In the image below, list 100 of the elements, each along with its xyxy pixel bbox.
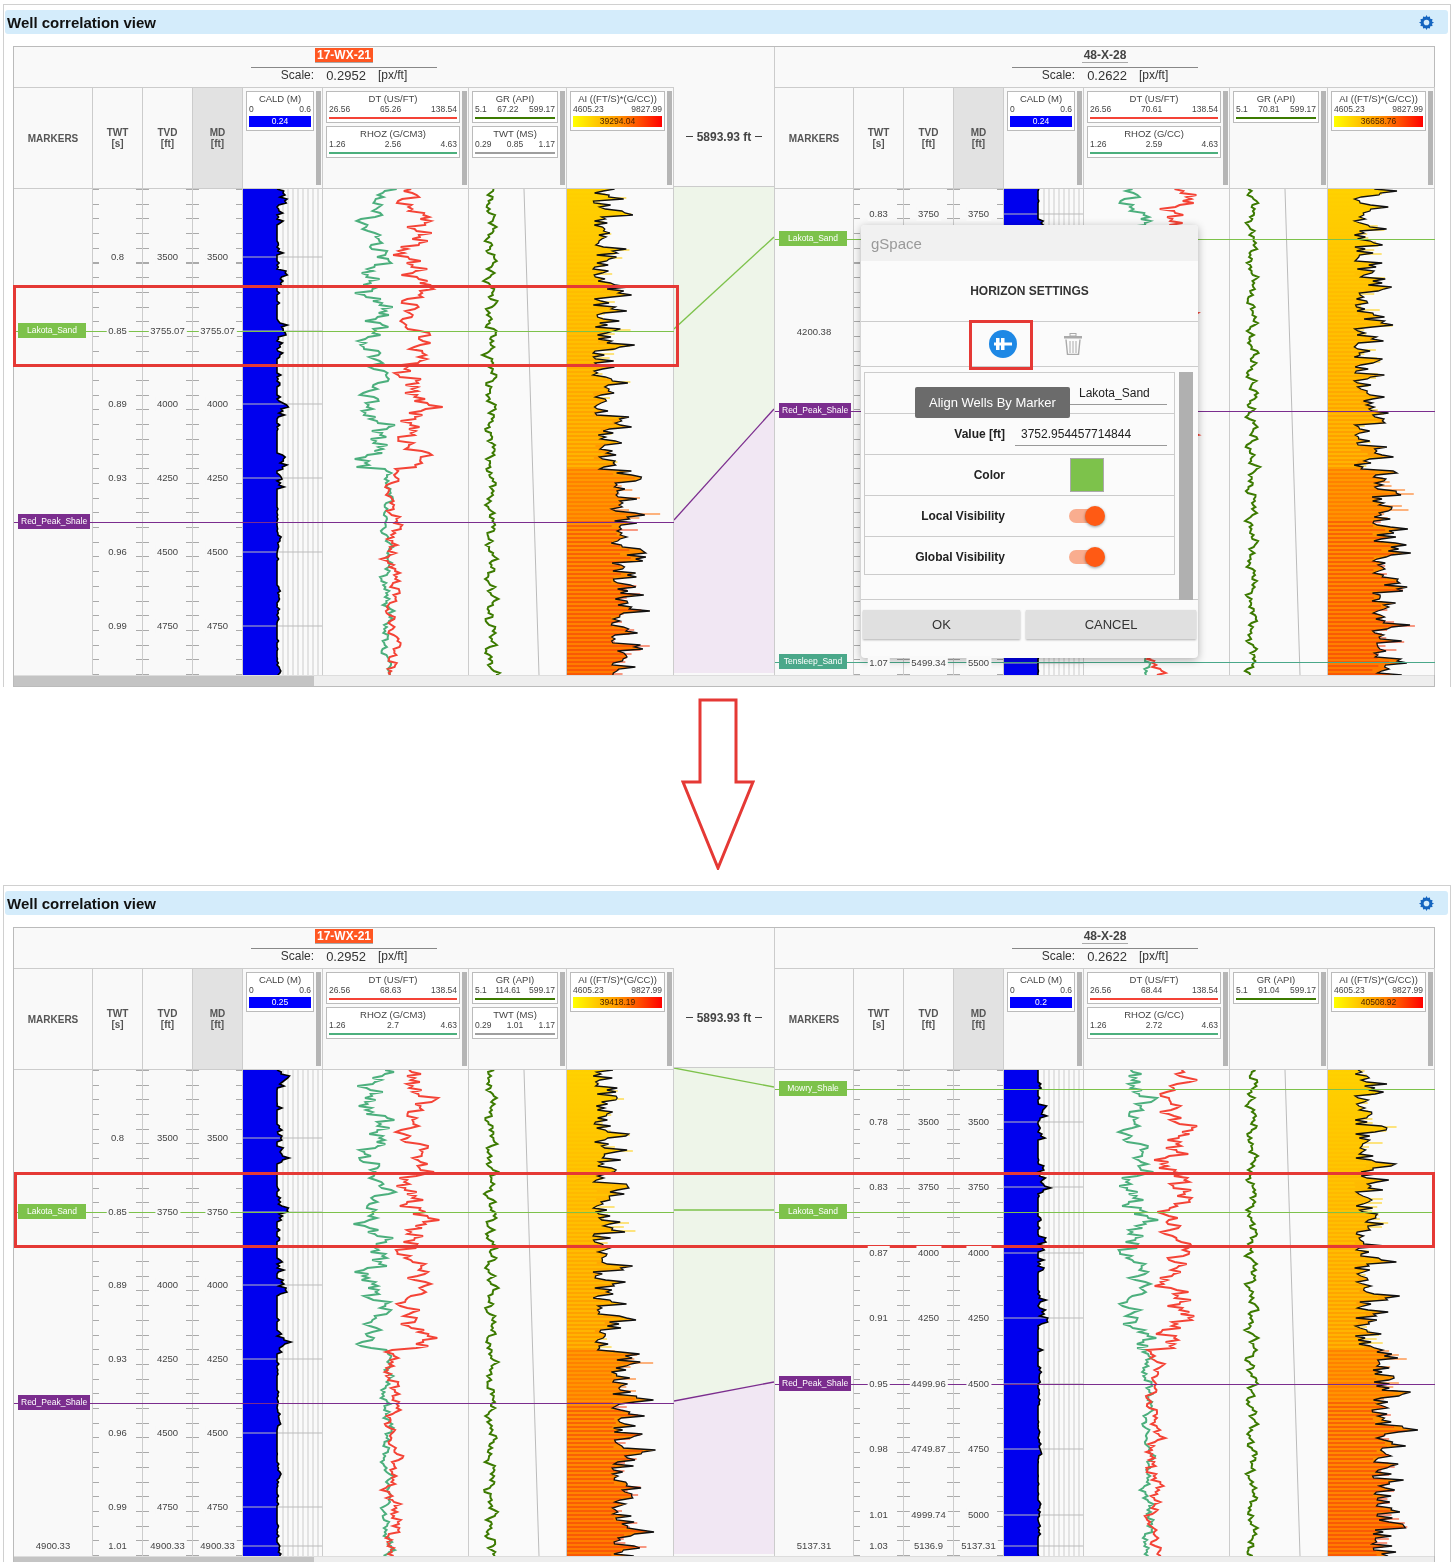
log-name: AI ((FT/S)*(G/CC)) [577, 93, 658, 104]
trash-icon[interactable] [1063, 333, 1082, 355]
scale-min: 1.26 [1090, 1020, 1107, 1030]
scale-max: 138.54 [431, 985, 457, 995]
text-field[interactable]: 3752.954457714844 [1015, 422, 1167, 446]
log-value: 1.01 [506, 1020, 524, 1030]
log-name: DT (US/FT) [367, 93, 419, 104]
column-unit: [s] [111, 138, 124, 149]
column-label: MARKERS [788, 132, 840, 144]
log-legend[interactable]: DT (US/FT) 26.56 70.61 138.54 [1087, 91, 1221, 123]
scale-min: 5.1 [1236, 985, 1248, 995]
log-legend[interactable]: AI ((FT/S)*(G/CC)) 4605.23 9827.99 40508.92 [1331, 972, 1426, 1012]
scrollbar[interactable] [1223, 972, 1228, 1066]
column-header[interactable]: MD [ft] [954, 88, 1004, 188]
log-legend[interactable]: GR (API) 5.1 70.81 599.17 [1233, 91, 1319, 123]
log-legend[interactable]: DT (US/FT) 26.56 68.44 138.54 [1087, 972, 1221, 1004]
log-legend[interactable]: GR (API) 5.1 91.04 599.17 [1233, 972, 1319, 1004]
toggle-switch[interactable] [1069, 550, 1103, 564]
column-header[interactable]: MARKERS [14, 969, 93, 1069]
log-legend[interactable]: AI ((FT/S)*(G/CC)) 4605.23 9827.99 36658.76 [1331, 91, 1426, 131]
log-legend[interactable]: GR (API) 5.1 67.22 599.17 [472, 91, 558, 123]
column-label: TVD [157, 1008, 178, 1019]
scale-max: 4.63 [440, 139, 457, 149]
scrollbar[interactable] [462, 91, 467, 185]
scrollbar[interactable] [1428, 91, 1433, 185]
toggle-switch[interactable] [1069, 509, 1103, 523]
field-label: Value [ft] [954, 427, 1005, 441]
column-header[interactable]: TWT [s] [93, 969, 143, 1069]
legend-value-bar: 40508.92 [1334, 997, 1423, 1008]
scrollbar[interactable] [1179, 372, 1193, 600]
column-header[interactable]: TWT [s] [93, 88, 143, 188]
log-legend[interactable]: CALD (M) 0 0.6 0.24 [1007, 91, 1075, 131]
scale-min: 0.29 [475, 139, 492, 149]
scrollbar[interactable] [667, 972, 672, 1066]
scrollbar[interactable] [1077, 91, 1082, 185]
log-name: RHOZ (G/CM3) [359, 1009, 427, 1020]
column-header[interactable]: MD [ft] [193, 969, 243, 1069]
column-header[interactable]: MARKERS [14, 88, 93, 188]
log-legend[interactable]: DT (US/FT) 26.56 65.26 138.54 [326, 91, 460, 123]
align-icon[interactable] [987, 329, 1018, 359]
column-label: TVD [157, 127, 178, 138]
column-header[interactable]: TWT [s] [854, 88, 904, 188]
column-header[interactable]: MD [ft] [193, 88, 243, 188]
legend-value-bar: 0.25 [249, 997, 311, 1008]
column-header[interactable]: MARKERS [775, 88, 854, 188]
dialog-button[interactable]: CANCEL [1026, 610, 1196, 639]
log-legend[interactable]: TWT (MS) 0.29 1.01 1.17 [472, 1007, 558, 1039]
scrollbar[interactable] [316, 972, 321, 1066]
scale-min: 1.26 [329, 1020, 346, 1030]
log-legend[interactable]: CALD (M) 0 0.6 0.24 [246, 91, 314, 131]
marker-label[interactable]: Red_Peak_Shale [779, 1376, 852, 1391]
log-legend[interactable]: AI ((FT/S)*(G/CC)) 4605.23 9827.99 39294.04 [570, 91, 665, 131]
log-legend[interactable]: RHOZ (G/CM3) 1.26 2.56 4.63 [326, 126, 460, 158]
settings-icon[interactable] [1419, 14, 1434, 30]
log-legend[interactable]: DT (US/FT) 26.56 68.63 138.54 [326, 972, 460, 1004]
legend-value-bar: 39294.04 [573, 116, 662, 127]
column-label: MD [970, 1008, 987, 1019]
scale-unit: [px/ft] [377, 68, 408, 83]
log-legend[interactable]: RHOZ (G/CM3) 1.26 2.7 4.63 [326, 1007, 460, 1039]
log-value: 67.22 [497, 104, 519, 114]
color-swatch[interactable] [1070, 458, 1104, 492]
scale-max: 138.54 [431, 104, 457, 114]
column-header[interactable]: TWT [s] [854, 969, 904, 1069]
log-legend[interactable]: CALD (M) 0 0.6 0.25 [246, 972, 314, 1012]
log-legend[interactable]: RHOZ (G/CC) 1.26 2.72 4.63 [1087, 1007, 1221, 1039]
scrollbar[interactable] [462, 972, 467, 1066]
scale-max: 599.17 [1290, 104, 1316, 114]
column-unit: [ft] [921, 138, 936, 149]
marker-label[interactable]: Red_Peak_Shale [18, 1395, 91, 1410]
column-header[interactable]: MARKERS [775, 969, 854, 1069]
legend-value-bar: 0.2 [1010, 997, 1072, 1008]
log-legend[interactable]: TWT (MS) 0.29 0.85 1.17 [472, 126, 558, 158]
scrollbar[interactable] [1223, 91, 1228, 185]
dialog-button[interactable]: OK [863, 610, 1020, 639]
log-legend[interactable]: AI ((FT/S)*(G/CC)) 4605.23 9827.99 39418.19 [570, 972, 665, 1012]
marker-label[interactable]: Red_Peak_Shale [779, 403, 852, 418]
scale-min: 0 [249, 104, 254, 114]
scrollbar[interactable] [1428, 972, 1433, 1066]
scrollbar[interactable] [14, 675, 1434, 686]
scrollbar[interactable] [560, 972, 565, 1066]
scale-value: 0.2952 [326, 68, 366, 83]
column-header[interactable]: MD [ft] [954, 969, 1004, 1069]
panel-title: Well correlation view [7, 894, 156, 912]
log-legend[interactable]: RHOZ (G/CC) 1.26 2.59 4.63 [1087, 126, 1221, 158]
scrollbar[interactable] [667, 91, 672, 185]
scrollbar[interactable] [1077, 972, 1082, 1066]
scrollbar[interactable] [560, 91, 565, 185]
scrollbar[interactable] [316, 91, 321, 185]
column-unit: [s] [872, 138, 885, 149]
log-name: DT (US/FT) [1128, 974, 1180, 985]
column-label: TWT [867, 1008, 890, 1019]
log-legend[interactable]: GR (API) 5.1 114.61 599.17 [472, 972, 558, 1004]
log-name: DT (US/FT) [367, 974, 419, 985]
column-unit: [ft] [971, 138, 986, 149]
marker-label[interactable]: Red_Peak_Shale [18, 514, 91, 529]
log-legend[interactable]: CALD (M) 0 0.6 0.2 [1007, 972, 1075, 1012]
scrollbar[interactable] [1321, 972, 1326, 1066]
settings-icon[interactable] [1419, 895, 1434, 911]
log-value: 91.04 [1258, 985, 1280, 995]
scrollbar[interactable] [1321, 91, 1326, 185]
